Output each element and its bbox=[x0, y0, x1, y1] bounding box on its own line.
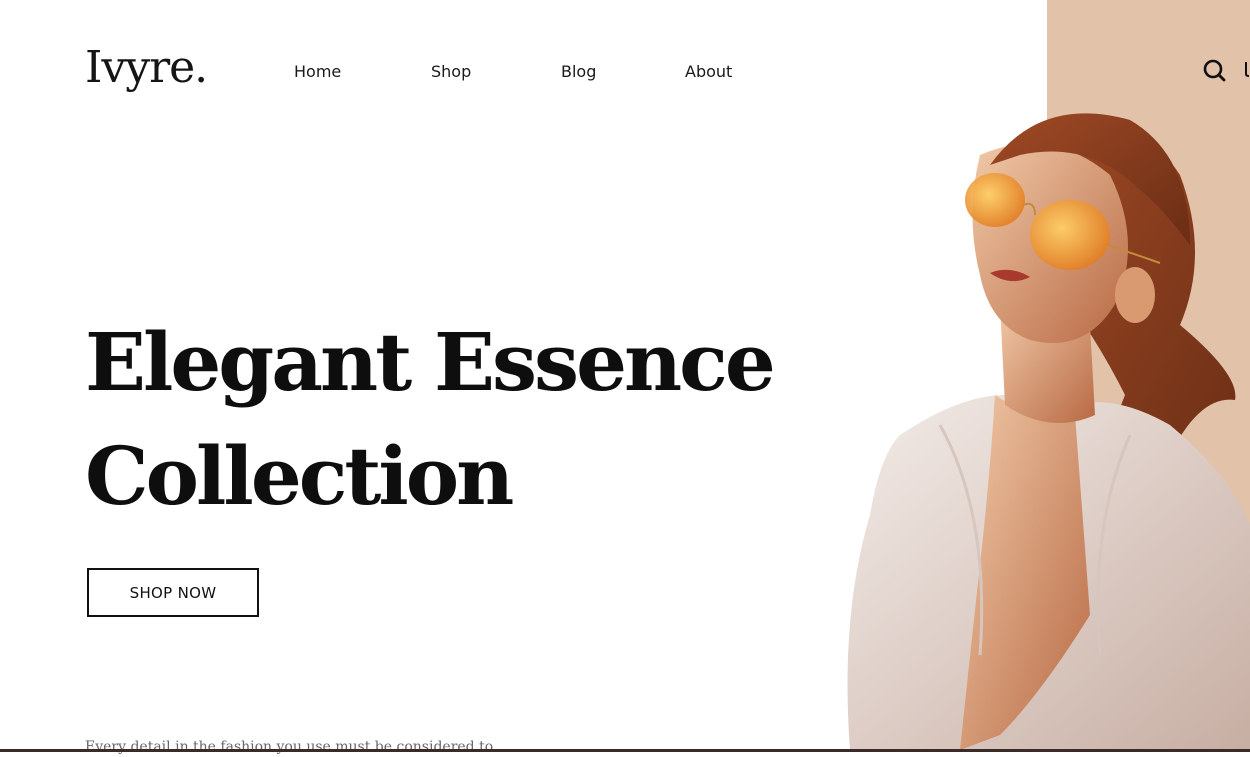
nav-blog[interactable]: Blog bbox=[561, 62, 596, 81]
hero-title: Elegant Essence Collection bbox=[85, 305, 785, 533]
nav-about[interactable]: About bbox=[685, 62, 732, 81]
hero-title-line1: Elegant Essence bbox=[85, 315, 776, 409]
brand-logo[interactable]: Ivyre. bbox=[85, 46, 208, 90]
hero-intro-text: Every detail in the fashion you use must… bbox=[85, 739, 494, 755]
nav-home[interactable]: Home bbox=[294, 62, 341, 81]
cart-icon[interactable] bbox=[1244, 60, 1250, 78]
hero-model-image bbox=[847, 113, 1250, 750]
search-icon[interactable] bbox=[1201, 57, 1229, 85]
hero-title-line2: Collection bbox=[85, 429, 514, 523]
nav-shop[interactable]: Shop bbox=[431, 62, 471, 81]
shop-now-button[interactable]: SHOP NOW bbox=[87, 568, 259, 617]
